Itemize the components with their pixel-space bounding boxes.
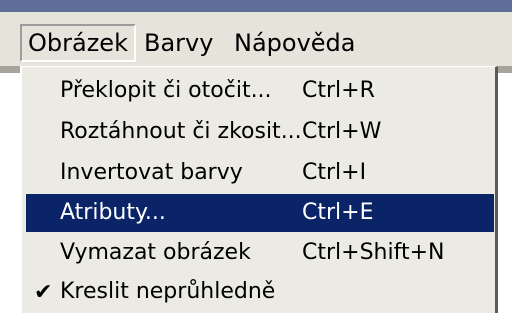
menu-item-label: Překlopit či otočit...: [60, 78, 272, 103]
checkmark-icon: ✔: [34, 280, 53, 305]
menu-napoveda[interactable]: Nápověda: [226, 24, 364, 62]
menu-item-label: Invertovat barvy: [60, 160, 243, 185]
menu-item-shortcut: Ctrl+E: [302, 200, 374, 225]
menu-item-label: Kreslit neprůhledně: [60, 279, 276, 304]
menu-item-roztahnout[interactable]: Roztáhnout či zkosit... Ctrl+W: [26, 113, 494, 151]
menu-item-shortcut: Ctrl+I: [302, 160, 367, 185]
window-title-strip: [0, 0, 512, 12]
menu-item-shortcut: Ctrl+R: [302, 78, 375, 103]
menu-item-vymazat[interactable]: Vymazat obrázek Ctrl+Shift+N: [26, 234, 494, 272]
menu-item-label: Roztáhnout či zkosit...: [60, 119, 302, 144]
menu-item-kreslit-nepruhledne[interactable]: ✔ Kreslit neprůhledně: [26, 273, 494, 311]
menu-item-preklopit[interactable]: Překlopit či otočit... Ctrl+R: [26, 72, 494, 110]
menu-item-atributy[interactable]: Atributy... Ctrl+E: [26, 194, 494, 232]
menu-obrazek[interactable]: Obrázek: [20, 24, 136, 62]
menu-item-shortcut: Ctrl+W: [302, 119, 382, 144]
menu-item-shortcut: Ctrl+Shift+N: [302, 240, 445, 265]
menu-barvy[interactable]: Barvy: [136, 24, 221, 62]
menu-item-label: Vymazat obrázek: [60, 240, 251, 265]
obrazek-dropdown-menu: Překlopit či otočit... Ctrl+R Roztáhnout…: [20, 66, 498, 313]
menu-item-label: Atributy...: [60, 200, 166, 225]
menu-item-invertovat[interactable]: Invertovat barvy Ctrl+I: [26, 154, 494, 192]
